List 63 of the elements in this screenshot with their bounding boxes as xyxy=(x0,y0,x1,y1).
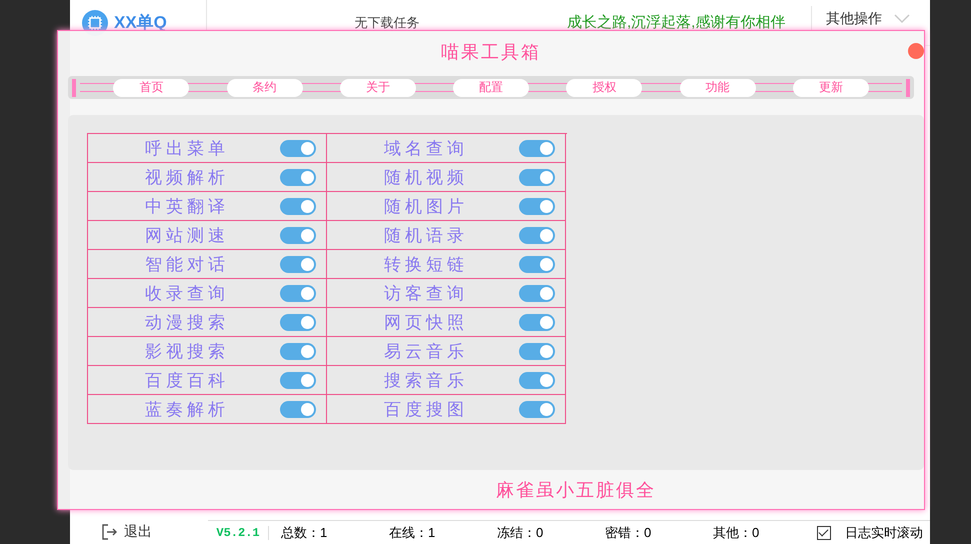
dialog-title: 喵果工具箱 xyxy=(441,41,541,64)
feature-label: 随机语录 xyxy=(384,224,468,246)
tab[interactable]: 配置 xyxy=(453,78,529,96)
feature-label: 易云音乐 xyxy=(384,340,468,362)
feature-label: 网站测速 xyxy=(145,224,229,246)
toggle-switch[interactable] xyxy=(519,343,555,360)
feature-label: 中英翻译 xyxy=(145,196,229,218)
version-label: V5.2.1 xyxy=(208,526,269,540)
feature-label: 网页快照 xyxy=(384,312,468,334)
feature-label: 蓝奏解析 xyxy=(145,398,229,420)
toggle-switch[interactable] xyxy=(280,169,316,186)
feature-label: 访客查询 xyxy=(384,282,468,304)
close-button[interactable] xyxy=(908,43,924,59)
stat-text: 在线：1 xyxy=(388,524,436,542)
toggle-switch[interactable] xyxy=(280,401,316,418)
feature-label: 百度百科 xyxy=(145,370,229,392)
tab[interactable]: 关于 xyxy=(340,78,416,96)
toggle-switch[interactable] xyxy=(519,227,555,244)
feature-label: 百度搜图 xyxy=(384,398,468,420)
toggle-switch[interactable] xyxy=(280,285,316,302)
feature-label: 视频解析 xyxy=(145,166,229,188)
footer-slogan: 麻雀虽小五脏俱全 xyxy=(496,478,656,502)
toggle-switch[interactable] xyxy=(280,198,316,215)
feature-label: 收录查询 xyxy=(145,282,229,304)
feature-label: 呼出菜单 xyxy=(145,138,229,160)
tab[interactable]: 更新 xyxy=(792,78,869,96)
stat-text: 密错：0 xyxy=(604,524,652,542)
stat-text: 其他：0 xyxy=(712,524,760,542)
toggle-switch[interactable] xyxy=(519,372,555,389)
tab[interactable]: 功能 xyxy=(680,78,756,96)
feature-label: 随机图片 xyxy=(384,196,468,218)
toggle-switch[interactable] xyxy=(519,314,555,331)
feature-label: 影视搜索 xyxy=(145,340,229,362)
exit-icon xyxy=(100,523,118,541)
stat-text: 总数：1 xyxy=(280,524,328,542)
exit-button[interactable]: 退出 xyxy=(70,523,208,541)
feature-label: 随机视频 xyxy=(384,166,468,188)
toggle-switch[interactable] xyxy=(280,140,316,157)
toggle-switch[interactable] xyxy=(280,343,316,360)
autoscroll-label: 日志实时滚动 xyxy=(845,524,923,542)
stat-text: 冻结：0 xyxy=(496,524,544,542)
toggle-switch[interactable] xyxy=(519,140,555,157)
toggle-switch[interactable] xyxy=(519,256,555,273)
toggle-switch[interactable] xyxy=(280,314,316,331)
feature-label: 动漫搜索 xyxy=(145,312,229,334)
tab[interactable]: 条约 xyxy=(226,78,302,96)
download-status: 无下载任务 xyxy=(354,14,420,30)
autoscroll-checkbox[interactable] xyxy=(817,526,831,540)
feature-label: 域名查询 xyxy=(384,138,468,160)
feature-label: 转换短链 xyxy=(384,254,468,276)
toggle-switch[interactable] xyxy=(519,401,555,418)
toggle-switch[interactable] xyxy=(280,227,316,244)
motto-text: 成长之路,沉浮起落,感谢有你相伴 xyxy=(567,13,786,32)
chevron-down-icon xyxy=(894,14,910,24)
toggle-switch[interactable] xyxy=(519,169,555,186)
toggle-switch[interactable] xyxy=(519,198,555,215)
toggle-switch[interactable] xyxy=(280,372,316,389)
tab[interactable]: 授权 xyxy=(566,78,642,96)
toggle-switch[interactable] xyxy=(519,285,555,302)
feature-label: 搜索音乐 xyxy=(384,370,468,392)
feature-label: 智能对话 xyxy=(145,254,229,276)
toggle-switch[interactable] xyxy=(280,256,316,273)
tab[interactable]: 首页 xyxy=(113,78,190,96)
